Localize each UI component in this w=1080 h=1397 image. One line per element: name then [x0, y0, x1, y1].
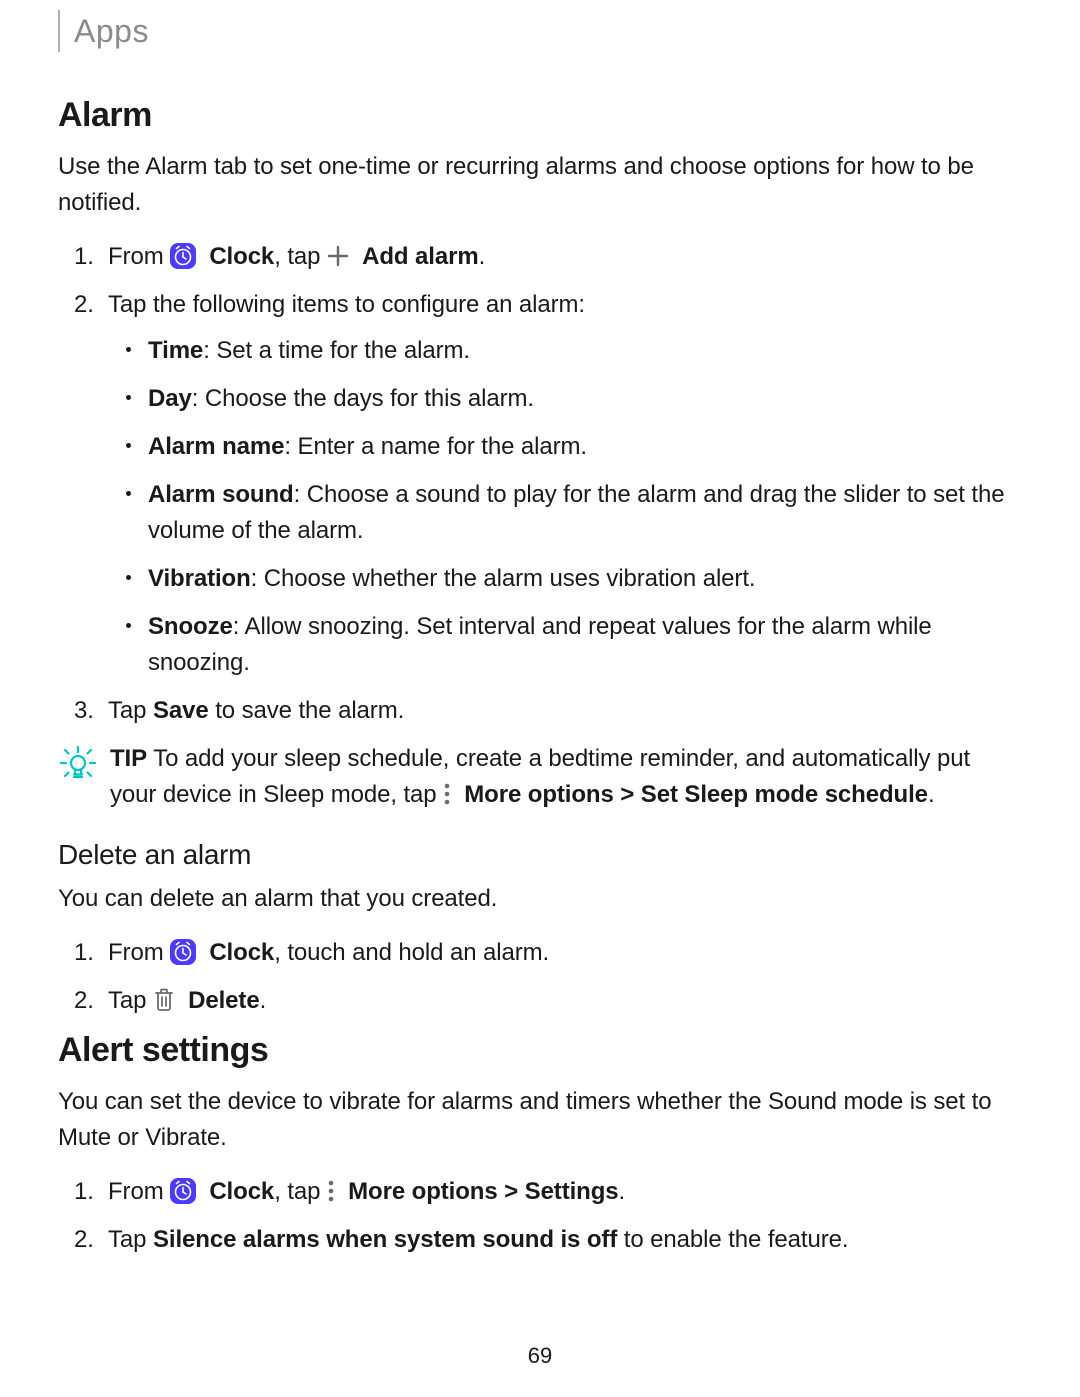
text: .	[260, 987, 267, 1014]
tip-text: TIP To add your sleep schedule, create a…	[110, 741, 1022, 813]
text: to save the alarm.	[209, 697, 405, 724]
text: .	[479, 243, 486, 270]
desc: : Choose the days for this alarm.	[192, 385, 534, 412]
text: , tap	[274, 1178, 327, 1205]
list-item: Day: Choose the days for this alarm.	[148, 381, 1022, 417]
clock-label: Clock	[203, 939, 274, 966]
text: , tap	[274, 243, 327, 270]
lightbulb-icon	[58, 743, 98, 783]
more-options-icon	[327, 1179, 335, 1203]
label: Alarm name	[148, 433, 284, 460]
delete-steps: From Clock, touch and hold an alarm. Tap	[58, 935, 1022, 1019]
alarm-heading: Alarm	[58, 96, 1022, 135]
text: From	[108, 939, 170, 966]
label: Alarm sound	[148, 481, 294, 508]
text: , touch and hold an alarm.	[274, 939, 549, 966]
delete-heading: Delete an alarm	[58, 839, 1022, 871]
delete-step-1: From Clock, touch and hold an alarm.	[108, 935, 1022, 971]
alarm-step-1: From Clock, tap Add alarm.	[108, 239, 1022, 275]
breadcrumb: Apps	[58, 10, 1022, 52]
list-item: Snooze: Allow snoozing. Set interval and…	[148, 609, 1022, 681]
sep: >	[614, 781, 641, 808]
list-item: Time: Set a time for the alarm.	[148, 333, 1022, 369]
alert-steps: From Clock, tap More options > Sett	[58, 1174, 1022, 1258]
delete-step-2: Tap Delete.	[108, 983, 1022, 1019]
more-options-label: More options	[342, 1178, 498, 1205]
settings-label: Settings	[525, 1178, 619, 1205]
silence-setting-label: Silence alarms when system sound is off	[153, 1226, 617, 1253]
breadcrumb-divider	[58, 10, 60, 52]
list-item: Alarm name: Enter a name for the alarm.	[148, 429, 1022, 465]
more-options-label: More options	[458, 781, 614, 808]
alert-step-1: From Clock, tap More options > Sett	[108, 1174, 1022, 1210]
text: to enable the feature.	[617, 1226, 848, 1253]
delete-intro: You can delete an alarm that you created…	[58, 881, 1022, 917]
alarm-step-3: Tap Save to save the alarm.	[108, 693, 1022, 729]
alert-intro: You can set the device to vibrate for al…	[58, 1084, 1022, 1156]
list-item: Vibration: Choose whether the alarm uses…	[148, 561, 1022, 597]
delete-label: Delete	[182, 987, 260, 1014]
label: Time	[148, 337, 203, 364]
plus-icon	[327, 245, 349, 267]
alarm-step-2: Tap the following items to configure an …	[108, 287, 1022, 681]
alarm-intro: Use the Alarm tab to set one-time or rec…	[58, 149, 1022, 221]
text: Tap	[108, 1226, 153, 1253]
clock-app-icon	[170, 243, 196, 269]
page-number: 69	[0, 1343, 1080, 1369]
breadcrumb-label: Apps	[74, 13, 149, 50]
alarm-steps: From Clock, tap Add alarm. Ta	[58, 239, 1022, 729]
save-label: Save	[153, 697, 209, 724]
alert-step-2: Tap Silence alarms when system sound is …	[108, 1222, 1022, 1258]
text: From	[108, 1178, 170, 1205]
schedule-label: Set Sleep mode schedule	[641, 781, 928, 808]
list-item: Alarm sound: Choose a sound to play for …	[148, 477, 1022, 549]
tip-callout: TIP To add your sleep schedule, create a…	[58, 741, 1022, 813]
manual-page: Apps Alarm Use the Alarm tab to set one-…	[0, 0, 1080, 1397]
label: Snooze	[148, 613, 233, 640]
text: Tap	[108, 697, 153, 724]
clock-label: Clock	[203, 243, 274, 270]
sep: >	[498, 1178, 525, 1205]
text: Tap	[108, 987, 153, 1014]
alarm-config-list: Time: Set a time for the alarm. Day: Cho…	[108, 333, 1022, 681]
trash-icon	[153, 987, 175, 1013]
clock-app-icon	[170, 1178, 196, 1204]
desc: : Choose whether the alarm uses vibratio…	[251, 565, 756, 592]
desc: : Enter a name for the alarm.	[284, 433, 587, 460]
tip-label: TIP	[110, 745, 147, 772]
more-options-icon	[443, 782, 451, 806]
alert-heading: Alert settings	[58, 1031, 1022, 1070]
text: .	[619, 1178, 626, 1205]
clock-app-icon	[170, 939, 196, 965]
text: .	[928, 781, 935, 808]
desc: : Set a time for the alarm.	[203, 337, 470, 364]
label: Day	[148, 385, 192, 412]
text: From	[108, 243, 170, 270]
desc: : Allow snoozing. Set interval and repea…	[148, 613, 932, 676]
clock-label: Clock	[203, 1178, 274, 1205]
add-alarm-label: Add alarm	[356, 243, 479, 270]
text: Tap the following items to configure an …	[108, 291, 585, 318]
label: Vibration	[148, 565, 251, 592]
